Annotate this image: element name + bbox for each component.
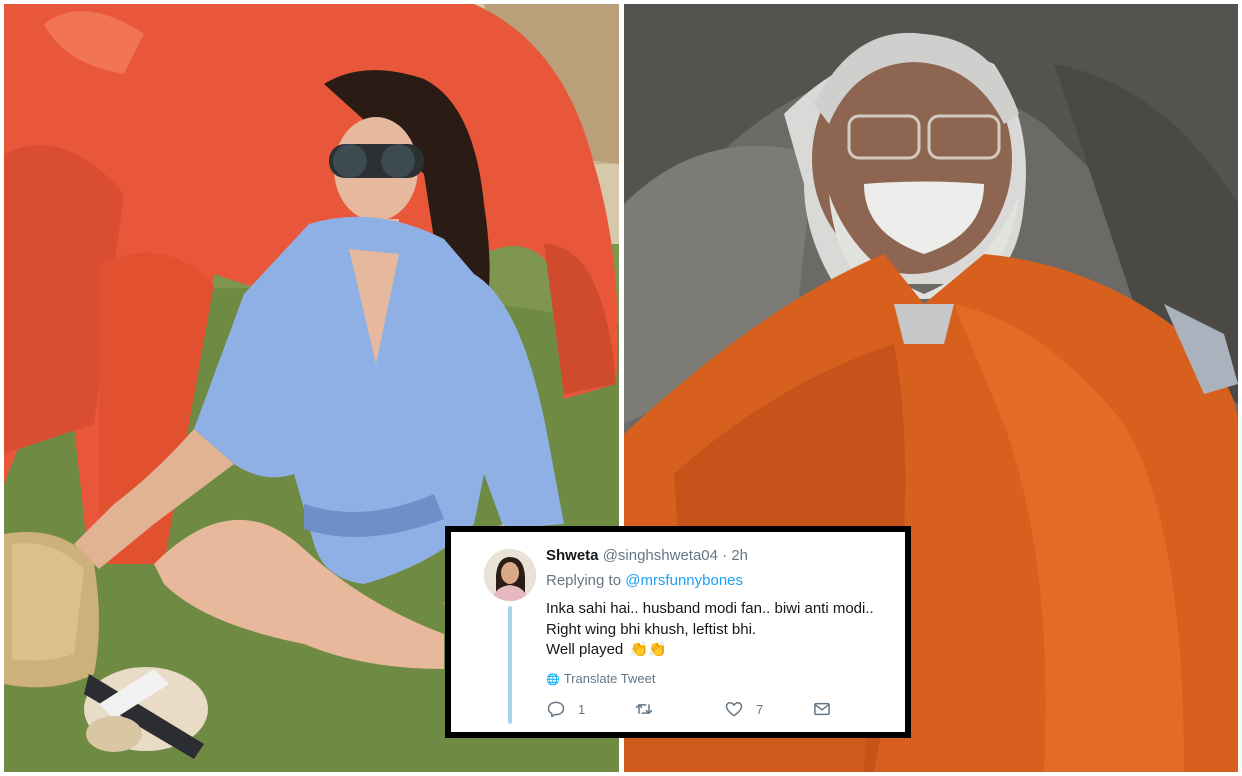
tweet-header: Shweta @singhshweta04 · 2h [546, 547, 748, 564]
heart-icon [725, 702, 743, 717]
translate-tweet-link[interactable]: 🌐 Translate Tweet [546, 671, 655, 686]
tweet-time[interactable]: 2h [731, 547, 748, 564]
translate-label: Translate Tweet [563, 671, 656, 686]
replying-to: Replying to @mrsfunnybones [546, 572, 743, 589]
direct-message-button[interactable] [812, 699, 832, 719]
retweet-button[interactable] [634, 699, 666, 719]
reply-count: 1 [578, 701, 586, 717]
tweet-card-frame: Shweta @singhshweta04 · 2h Replying to @… [445, 526, 911, 738]
reply-icon [547, 701, 565, 718]
reply-button[interactable]: 1 [546, 699, 585, 719]
thread-line [508, 606, 512, 724]
globe-icon: 🌐 [546, 674, 560, 686]
tweet-text-line: Well played [546, 641, 624, 658]
tweet-text-line: Right wing bhi khush, leftist bhi. [546, 620, 757, 638]
author-name[interactable]: Shweta [546, 547, 599, 564]
author-handle[interactable]: @singhshweta04 [603, 547, 718, 564]
user-avatar[interactable] [484, 549, 536, 601]
tweet-actions: 1 7 [546, 699, 846, 721]
like-count: 7 [756, 701, 764, 717]
replying-to-label: Replying to [546, 572, 622, 589]
tweet-text-line-with-emoji: Well played 👏👏 [546, 640, 901, 661]
tweet-card: Shweta @singhshweta04 · 2h Replying to @… [451, 532, 905, 732]
replying-to-mention[interactable]: @mrsfunnybones [625, 572, 743, 589]
like-button[interactable]: 7 [724, 699, 763, 719]
clapping-hands-emoji: 👏👏 [629, 641, 667, 658]
tweet-text-line: Inka sahi hai.. husband modi fan.. biwi … [546, 600, 874, 617]
avatar-image [484, 549, 536, 601]
tweet-text: Inka sahi hai.. husband modi fan.. biwi … [546, 599, 901, 661]
envelope-icon [814, 702, 830, 716]
header-separator: · [722, 547, 728, 564]
retweet-icon [635, 704, 653, 714]
